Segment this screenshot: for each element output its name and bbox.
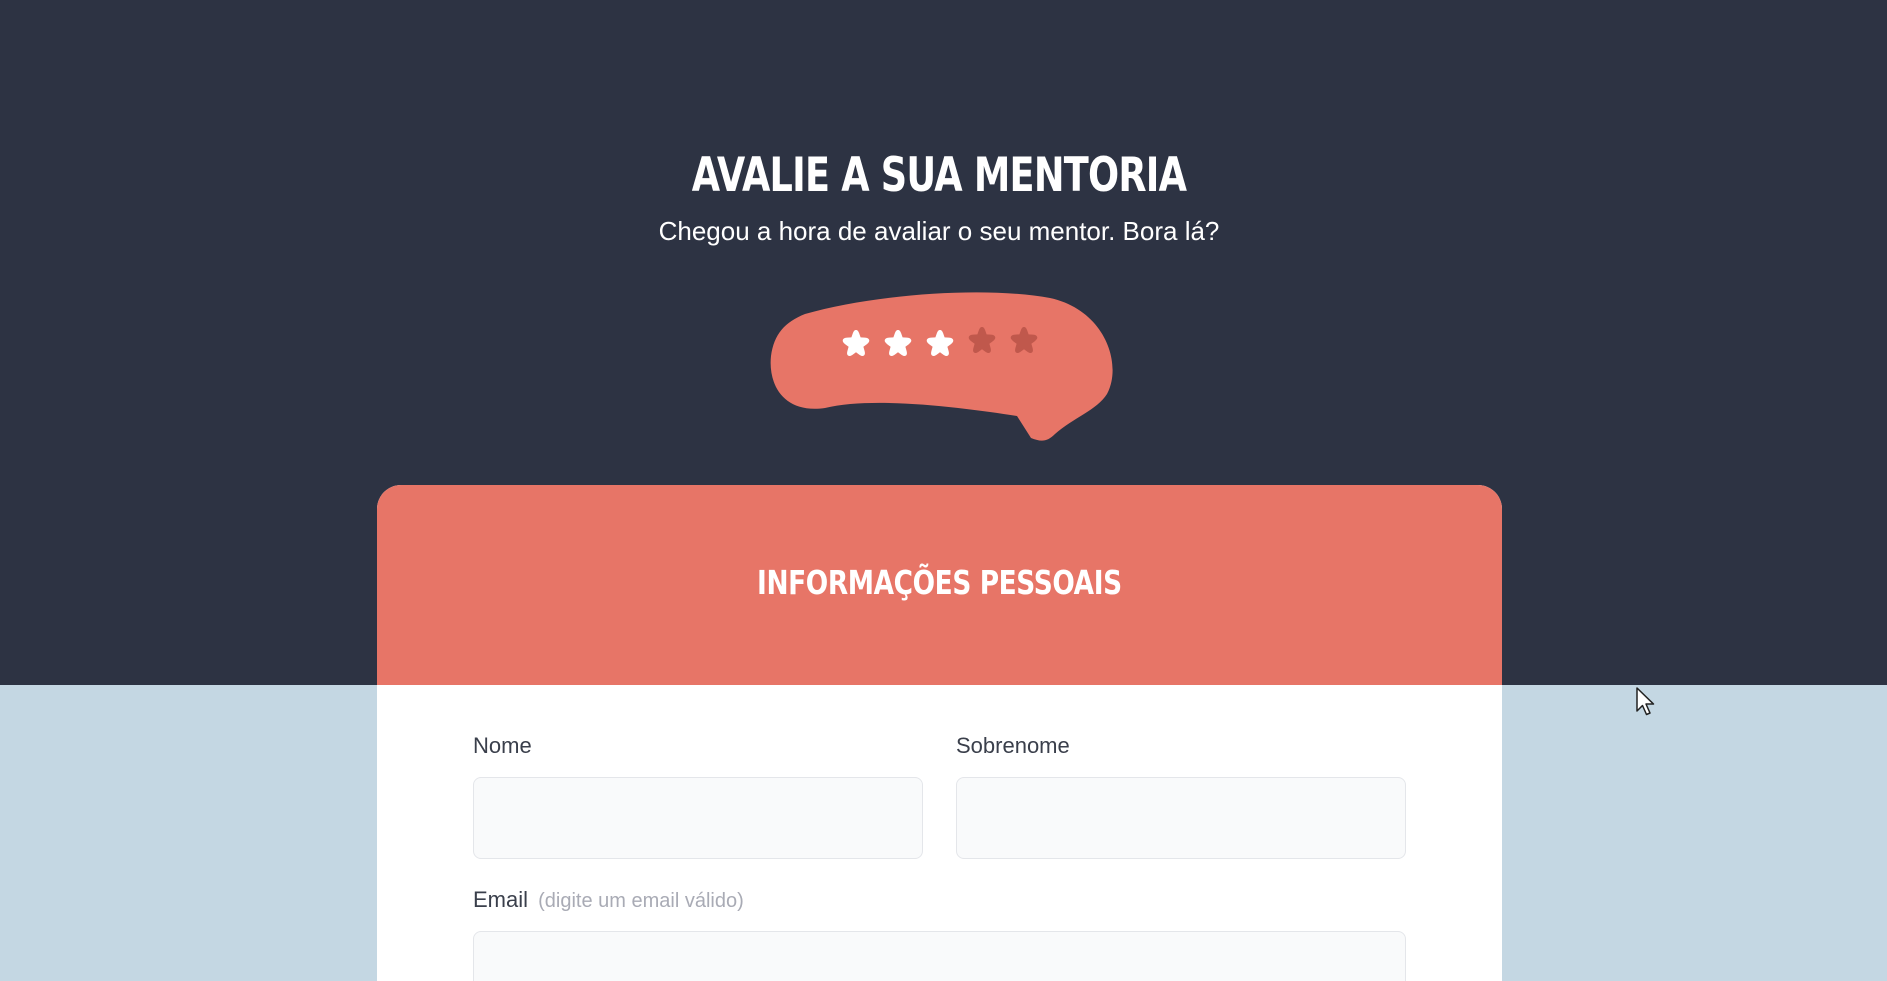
email-label-row: Email (digite um email válido) [473,887,744,913]
speech-bubble-shape [770,292,1113,441]
last-name-label: Sobrenome [956,733,1070,758]
star-icon[interactable] [881,327,915,361]
section-title: Informações pessoais [757,563,1122,602]
first-name-label: Nome [473,733,532,758]
form-card-header: Informações pessoais [377,485,1502,685]
form-card: Informações pessoais Nome Sobrenome Emai… [377,485,1502,981]
page-title: Avalie a sua mentoria [691,148,1187,203]
page-subtitle: Chegou a hora de avaliar o seu mentor. B… [658,216,1220,246]
star-rating[interactable] [839,327,1041,361]
email-hint: (digite um email válido) [538,890,744,912]
star-icon[interactable] [1007,324,1041,358]
star-icon[interactable] [839,327,873,361]
arrow-cursor-icon [1636,687,1655,716]
first-name-input[interactable] [473,777,923,859]
star-icon[interactable] [923,327,957,361]
rating-bubble [765,284,1115,444]
email-label: Email [473,887,529,912]
last-name-input[interactable] [956,777,1406,859]
star-icon[interactable] [965,324,999,358]
email-input[interactable] [473,931,1406,981]
